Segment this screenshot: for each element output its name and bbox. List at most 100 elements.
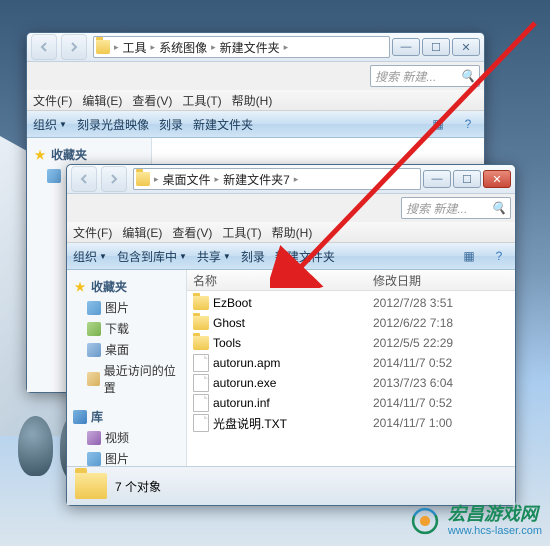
sidebar-favorites[interactable]: ★收藏夹 xyxy=(29,144,149,165)
sidebar-item-videos[interactable]: 视频 xyxy=(69,427,184,448)
tool-organize[interactable]: 组织▼ xyxy=(33,116,67,133)
view-options-icon[interactable]: ▦ xyxy=(459,246,479,266)
file-row[interactable]: 光盘说明.TXT2014/11/7 1:00 xyxy=(187,413,515,433)
search-placeholder: 搜索 新建... xyxy=(375,68,436,85)
watermark: 宏昌游戏网 www.hcs-laser.com xyxy=(408,504,542,538)
pictures-icon xyxy=(87,301,101,315)
menu-tools[interactable]: 工具(T) xyxy=(222,224,261,241)
column-name[interactable]: 名称 xyxy=(193,272,373,289)
file-date: 2012/6/22 7:18 xyxy=(373,316,453,330)
sidebar-libraries[interactable]: 库 xyxy=(69,406,184,427)
file-icon xyxy=(193,354,209,372)
column-headers[interactable]: 名称 修改日期 xyxy=(187,270,515,291)
menu-edit[interactable]: 编辑(E) xyxy=(122,224,162,241)
tool-burn-image[interactable]: 刻录光盘映像 xyxy=(77,116,149,133)
close-button[interactable]: ✕ xyxy=(483,170,511,188)
tree-decor xyxy=(18,416,53,476)
file-name: Ghost xyxy=(213,316,245,330)
tool-include[interactable]: 包含到库中▼ xyxy=(117,248,187,265)
menu-view[interactable]: 查看(V) xyxy=(172,224,212,241)
videos-icon xyxy=(87,431,101,445)
minimize-button[interactable]: — xyxy=(423,170,451,188)
menu-edit[interactable]: 编辑(E) xyxy=(82,92,122,109)
help-icon[interactable]: ? xyxy=(458,114,478,134)
sidebar-item-recent[interactable]: 最近访问的位置 xyxy=(69,360,184,398)
folder-icon xyxy=(193,316,209,330)
folder-icon xyxy=(136,172,150,186)
nav-forward-button[interactable] xyxy=(101,166,127,192)
search-icon: 🔍 xyxy=(491,201,506,215)
search-input[interactable]: 搜索 新建... 🔍 xyxy=(370,65,480,87)
title-bar[interactable]: ▸ 工具 ▸ 系统图像 ▸ 新建文件夹 ▸ — ☐ ✕ xyxy=(27,33,484,62)
maximize-button[interactable]: ☐ xyxy=(453,170,481,188)
tool-new-folder[interactable]: 新建文件夹 xyxy=(193,116,253,133)
view-options-icon[interactable]: ▦ xyxy=(428,114,448,134)
menu-bar: 文件(F) 编辑(E) 查看(V) 工具(T) 帮助(H) xyxy=(67,222,515,243)
column-date[interactable]: 修改日期 xyxy=(373,272,421,289)
breadcrumb-segment[interactable]: 系统图像 xyxy=(159,39,207,56)
file-row[interactable]: Tools2012/5/5 22:29 xyxy=(187,333,515,353)
search-placeholder: 搜索 新建... xyxy=(406,200,467,217)
maximize-button[interactable]: ☐ xyxy=(422,38,450,56)
tool-burn[interactable]: 刻录 xyxy=(159,116,183,133)
sidebar-favorites[interactable]: ★收藏夹 xyxy=(69,276,184,297)
explorer-window-2: ▸ 桌面文件 ▸ 新建文件夹7 ▸ — ☐ ✕ 搜索 新建... 🔍 文件(F)… xyxy=(66,164,516,506)
chevron-right-icon: ▸ xyxy=(282,42,291,53)
file-list: 名称 修改日期 EzBoot2012/7/28 3:51 Ghost 2012/6/… xyxy=(187,270,515,466)
menu-file[interactable]: 文件(F) xyxy=(33,92,72,109)
watermark-url: www.hcs-laser.com xyxy=(448,525,542,537)
file-date: 2013/7/23 6:04 xyxy=(373,376,453,390)
file-row[interactable]: autorun.apm2014/11/7 0:52 xyxy=(187,353,515,373)
tool-burn[interactable]: 刻录 xyxy=(241,248,265,265)
breadcrumb-segment[interactable]: 新建文件夹 xyxy=(220,39,280,56)
menu-view[interactable]: 查看(V) xyxy=(132,92,172,109)
file-row[interactable]: autorun.inf2014/11/7 0:52 xyxy=(187,393,515,413)
nav-back-button[interactable] xyxy=(71,166,97,192)
chevron-right-icon: ▸ xyxy=(292,174,301,185)
file-row[interactable]: EzBoot2012/7/28 3:51 xyxy=(187,293,515,313)
file-date: 2014/11/7 0:52 xyxy=(373,396,452,410)
toolbar: 组织▼ 刻录光盘映像 刻录 新建文件夹 ▦ ? xyxy=(27,111,484,138)
pictures-icon xyxy=(87,452,101,466)
sidebar-item-desktop[interactable]: 桌面 xyxy=(69,339,184,360)
chevron-right-icon: ▸ xyxy=(209,42,218,53)
help-icon[interactable]: ? xyxy=(489,246,509,266)
watermark-title: 宏昌游戏网 xyxy=(448,505,542,525)
sidebar-item-downloads[interactable]: 下载 xyxy=(69,318,184,339)
search-input[interactable]: 搜索 新建... 🔍 xyxy=(401,197,511,219)
folder-icon xyxy=(193,296,209,310)
breadcrumb-segment[interactable]: 桌面文件 xyxy=(163,171,211,188)
file-date: 2012/7/28 3:51 xyxy=(373,296,453,310)
menu-file[interactable]: 文件(F) xyxy=(73,224,112,241)
tool-organize[interactable]: 组织▼ xyxy=(73,248,107,265)
recent-icon xyxy=(87,372,100,386)
folder-icon xyxy=(193,336,209,350)
breadcrumb-segment[interactable]: 工具 xyxy=(123,39,147,56)
breadcrumb-segment[interactable]: 新建文件夹7 xyxy=(223,171,290,188)
tool-share[interactable]: 共享▼ xyxy=(197,248,231,265)
title-bar[interactable]: ▸ 桌面文件 ▸ 新建文件夹7 ▸ — ☐ ✕ xyxy=(67,165,515,194)
address-bar[interactable]: ▸ 工具 ▸ 系统图像 ▸ 新建文件夹 ▸ xyxy=(93,36,390,58)
address-bar[interactable]: ▸ 桌面文件 ▸ 新建文件夹7 ▸ xyxy=(133,168,421,190)
watermark-logo-icon xyxy=(408,504,442,538)
sidebar: ★收藏夹 图片 下载 桌面 最近访问的位置 库 视频 图片 迅雷下载 音乐 xyxy=(67,270,187,466)
file-name: autorun.apm xyxy=(213,356,280,370)
folder-icon xyxy=(75,473,107,499)
close-button[interactable]: ✕ xyxy=(452,38,480,56)
menu-tools[interactable]: 工具(T) xyxy=(182,92,221,109)
desktop-icon xyxy=(87,343,101,357)
sidebar-item-pictures[interactable]: 图片 xyxy=(69,448,184,466)
file-name: 光盘说明.TXT xyxy=(213,415,287,432)
download-icon xyxy=(87,322,101,336)
menu-help[interactable]: 帮助(H) xyxy=(232,92,273,109)
file-date: 2012/5/5 22:29 xyxy=(373,336,453,350)
tool-new-folder[interactable]: 新建文件夹 xyxy=(275,248,335,265)
file-row[interactable]: Ghost 2012/6/22 7:18 xyxy=(187,313,515,333)
minimize-button[interactable]: — xyxy=(392,38,420,56)
file-icon xyxy=(193,394,209,412)
nav-forward-button[interactable] xyxy=(61,34,87,60)
file-row[interactable]: autorun.exe2013/7/23 6:04 xyxy=(187,373,515,393)
nav-back-button[interactable] xyxy=(31,34,57,60)
menu-help[interactable]: 帮助(H) xyxy=(272,224,313,241)
sidebar-item-pictures[interactable]: 图片 xyxy=(69,297,184,318)
